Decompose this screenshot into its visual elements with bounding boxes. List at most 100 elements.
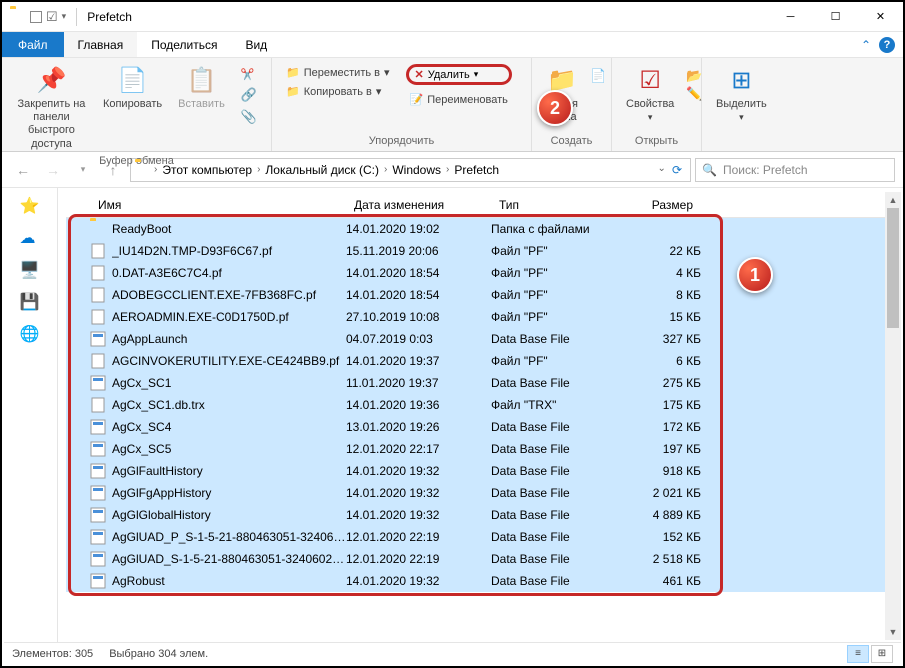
file-row[interactable]: AEROADMIN.EXE-C0D1750D.pf27.10.2019 10:0… [66,306,895,328]
file-row[interactable]: ReadyBoot14.01.2020 19:02Папка с файлами [66,218,895,240]
file-row[interactable]: AgRobust14.01.2020 19:32Data Base File46… [66,570,895,592]
nav-forward-button[interactable]: → [40,157,66,183]
tab-home[interactable]: Главная [64,32,138,57]
search-input[interactable]: 🔍 Поиск: Prefetch [695,158,895,182]
col-date[interactable]: Дата изменения [346,198,491,212]
file-icon [90,551,106,567]
qat-item-check[interactable]: ☑ [46,9,58,25]
content-area: ⭐ ☁ 🖥️ 💾 🌐 Имя Дата изменения Тип Размер… [2,188,903,648]
file-row[interactable]: AGCINVOKERUTILITY.EXE-CE424BB9.pf14.01.2… [66,350,895,372]
tab-share[interactable]: Поделиться [137,32,231,57]
minimize-button[interactable]: ─ [768,2,813,32]
refresh-icon[interactable]: ⟳ [672,163,682,177]
file-name: _IU14D2N.TMP-D93F6C67.pf [112,244,346,258]
file-date: 15.11.2019 20:06 [346,244,491,258]
scrollbar-vertical[interactable]: ▲ ▼ [885,192,901,640]
file-name: AEROADMIN.EXE-C0D1750D.pf [112,310,346,324]
quick-access-icon[interactable]: ⭐ [20,196,40,212]
file-icon [90,375,106,391]
move-to-button[interactable]: 📁 Переместить в ▾ [282,64,394,81]
file-size: 275 КБ [621,376,701,390]
file-type: Data Base File [491,464,621,478]
file-date: 14.01.2020 18:54 [346,288,491,302]
cut-button[interactable]: ✂️ [237,66,261,83]
breadcrumb-item[interactable]: Локальный диск (C:) [263,163,381,177]
col-name[interactable]: Имя [66,198,346,212]
copy-path-button[interactable]: 🔗 [237,85,261,105]
file-icon [90,243,106,259]
file-icon [90,507,106,523]
col-type[interactable]: Тип [491,198,621,212]
new-item-icon[interactable]: 📄 [590,68,606,84]
paste-button[interactable]: 📋 Вставить [174,62,229,112]
icons-view-button[interactable]: ⊞ [871,645,893,663]
file-row[interactable]: AgGlUAD_P_S-1-5-21-880463051-324060...12… [66,526,895,548]
file-type: Файл "PF" [491,310,621,324]
file-row[interactable]: AgGlFgAppHistory14.01.2020 19:32Data Bas… [66,482,895,504]
copy-to-button[interactable]: 📁 Копировать в ▾ [282,83,394,100]
paste-icon: 📋 [185,64,217,96]
copy-icon: 📄 [117,64,149,96]
scroll-down-icon[interactable]: ▼ [885,624,901,640]
navigation-pane[interactable]: ⭐ ☁ 🖥️ 💾 🌐 [2,188,58,648]
titlebar: ☑ ▾ Prefetch ─ ☐ ✕ [2,2,903,32]
file-date: 27.10.2019 10:08 [346,310,491,324]
details-view-button[interactable]: ≡ [847,645,869,663]
file-icon [90,485,106,501]
file-row[interactable]: AgGlFaultHistory14.01.2020 19:32Data Bas… [66,460,895,482]
file-date: 14.01.2020 19:32 [346,464,491,478]
file-type: Data Base File [491,574,621,588]
file-row[interactable]: AgGlUAD_S-1-5-21-880463051-32406021...12… [66,548,895,570]
maximize-button[interactable]: ☐ [813,2,858,32]
file-row[interactable]: AgCx_SC1.db.trx14.01.2020 19:36Файл "TRX… [66,394,895,416]
close-button[interactable]: ✕ [858,2,903,32]
delete-button[interactable]: ✕ Удалить ▾ [406,64,512,85]
edit-icon[interactable]: ✏️ [686,86,702,102]
dropdown-icon[interactable]: ⌄ [658,163,666,177]
file-icon [90,463,106,479]
window-title: Prefetch [87,10,132,24]
qat: ☑ ▾ [2,8,83,26]
this-pc-icon[interactable]: 🖥️ [20,260,40,276]
qat-item[interactable] [30,11,42,23]
file-row[interactable]: AgCx_SC512.01.2020 22:17Data Base File19… [66,438,895,460]
file-size: 22 КБ [621,244,701,258]
network-icon[interactable]: 🌐 [20,324,40,340]
onedrive-icon[interactable]: ☁ [20,228,40,244]
collapse-ribbon-icon[interactable]: ⌃ [861,38,871,52]
scroll-up-icon[interactable]: ▲ [885,192,901,208]
col-size[interactable]: Размер [621,198,701,212]
file-row[interactable]: AgGlGlobalHistory14.01.2020 19:32Data Ba… [66,504,895,526]
drive-icon[interactable]: 💾 [20,292,40,308]
file-size: 4 889 КБ [621,508,701,522]
chevron-right-icon[interactable]: › [443,164,452,175]
file-row[interactable]: AgAppLaunch04.07.2019 0:03Data Base File… [66,328,895,350]
file-type: Data Base File [491,486,621,500]
open-icon[interactable]: 📂 [686,68,702,84]
file-icon [90,353,106,369]
file-row[interactable]: _IU14D2N.TMP-D93F6C67.pf15.11.2019 20:06… [66,240,895,262]
file-size: 2 518 КБ [621,552,701,566]
pin-to-quick-access-button[interactable]: 📌 Закрепить на панели быстрого доступа [12,62,91,153]
copy-button[interactable]: 📄 Копировать [99,62,166,112]
chevron-right-icon[interactable]: › [381,164,390,175]
file-date: 13.01.2020 19:26 [346,420,491,434]
file-row[interactable]: ADOBEGCCLIENT.EXE-7FB368FC.pf14.01.2020 … [66,284,895,306]
file-size: 197 КБ [621,442,701,456]
file-row[interactable]: AgCx_SC111.01.2020 19:37Data Base File27… [66,372,895,394]
rename-button[interactable]: 📝 Переименовать [406,91,512,108]
selected-count: Выбрано 304 элем. [109,648,208,660]
tab-view[interactable]: Вид [231,32,281,57]
file-name: ADOBEGCCLIENT.EXE-7FB368FC.pf [112,288,346,302]
file-row[interactable]: AgCx_SC413.01.2020 19:26Data Base File17… [66,416,895,438]
properties-button[interactable]: ☑ Свойства ▾ [622,62,678,125]
breadcrumb-item[interactable]: Windows [390,163,443,177]
file-icon [90,331,106,347]
scroll-thumb[interactable] [887,208,899,328]
breadcrumb-item[interactable]: Prefetch [452,163,501,177]
help-icon[interactable]: ? [879,37,895,53]
file-menu[interactable]: Файл [2,32,64,57]
qat-dropdown-icon[interactable]: ▾ [62,11,67,22]
paste-shortcut-button[interactable]: 📎 [237,107,261,127]
select-button[interactable]: ⊞ Выделить ▾ [712,62,771,125]
